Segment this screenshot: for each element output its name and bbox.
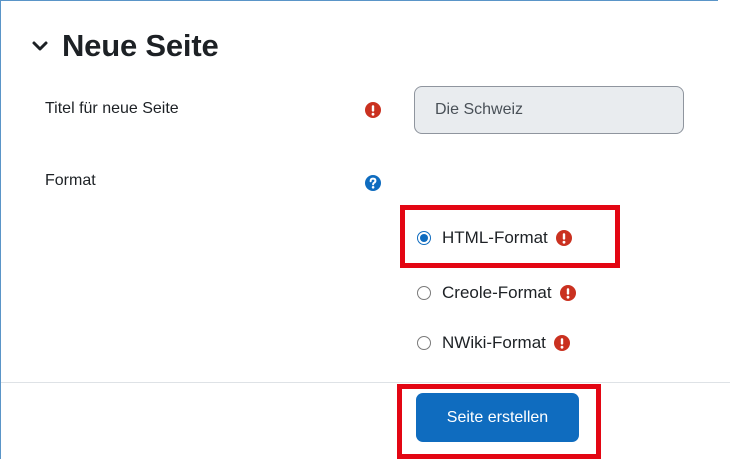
section-title: Neue Seite: [62, 28, 219, 63]
title-label: Titel für neue Seite: [45, 100, 179, 117]
format-option-label: Creole-Format: [442, 283, 552, 302]
section-header[interactable]: Neue Seite: [28, 26, 219, 66]
required-icon: [553, 335, 570, 351]
format-option-label: NWiki-Format: [442, 333, 546, 352]
required-icon: [365, 102, 381, 118]
chevron-down-icon[interactable]: [28, 34, 52, 58]
radio-creole[interactable]: [417, 286, 431, 300]
frame-border-top: [0, 0, 718, 1]
required-icon: [559, 285, 576, 301]
divider: [1, 382, 730, 383]
format-option-nwiki[interactable]: NWiki-Format: [417, 333, 570, 353]
help-icon[interactable]: [365, 175, 381, 191]
radio-nwiki[interactable]: [417, 336, 431, 350]
format-option-creole[interactable]: Creole-Format: [417, 283, 576, 303]
highlight-box-html-format: [400, 205, 620, 268]
highlight-box-submit: [397, 384, 601, 459]
frame-border-left: [0, 0, 1, 459]
title-input[interactable]: [414, 86, 684, 134]
format-label: Format: [45, 172, 96, 189]
